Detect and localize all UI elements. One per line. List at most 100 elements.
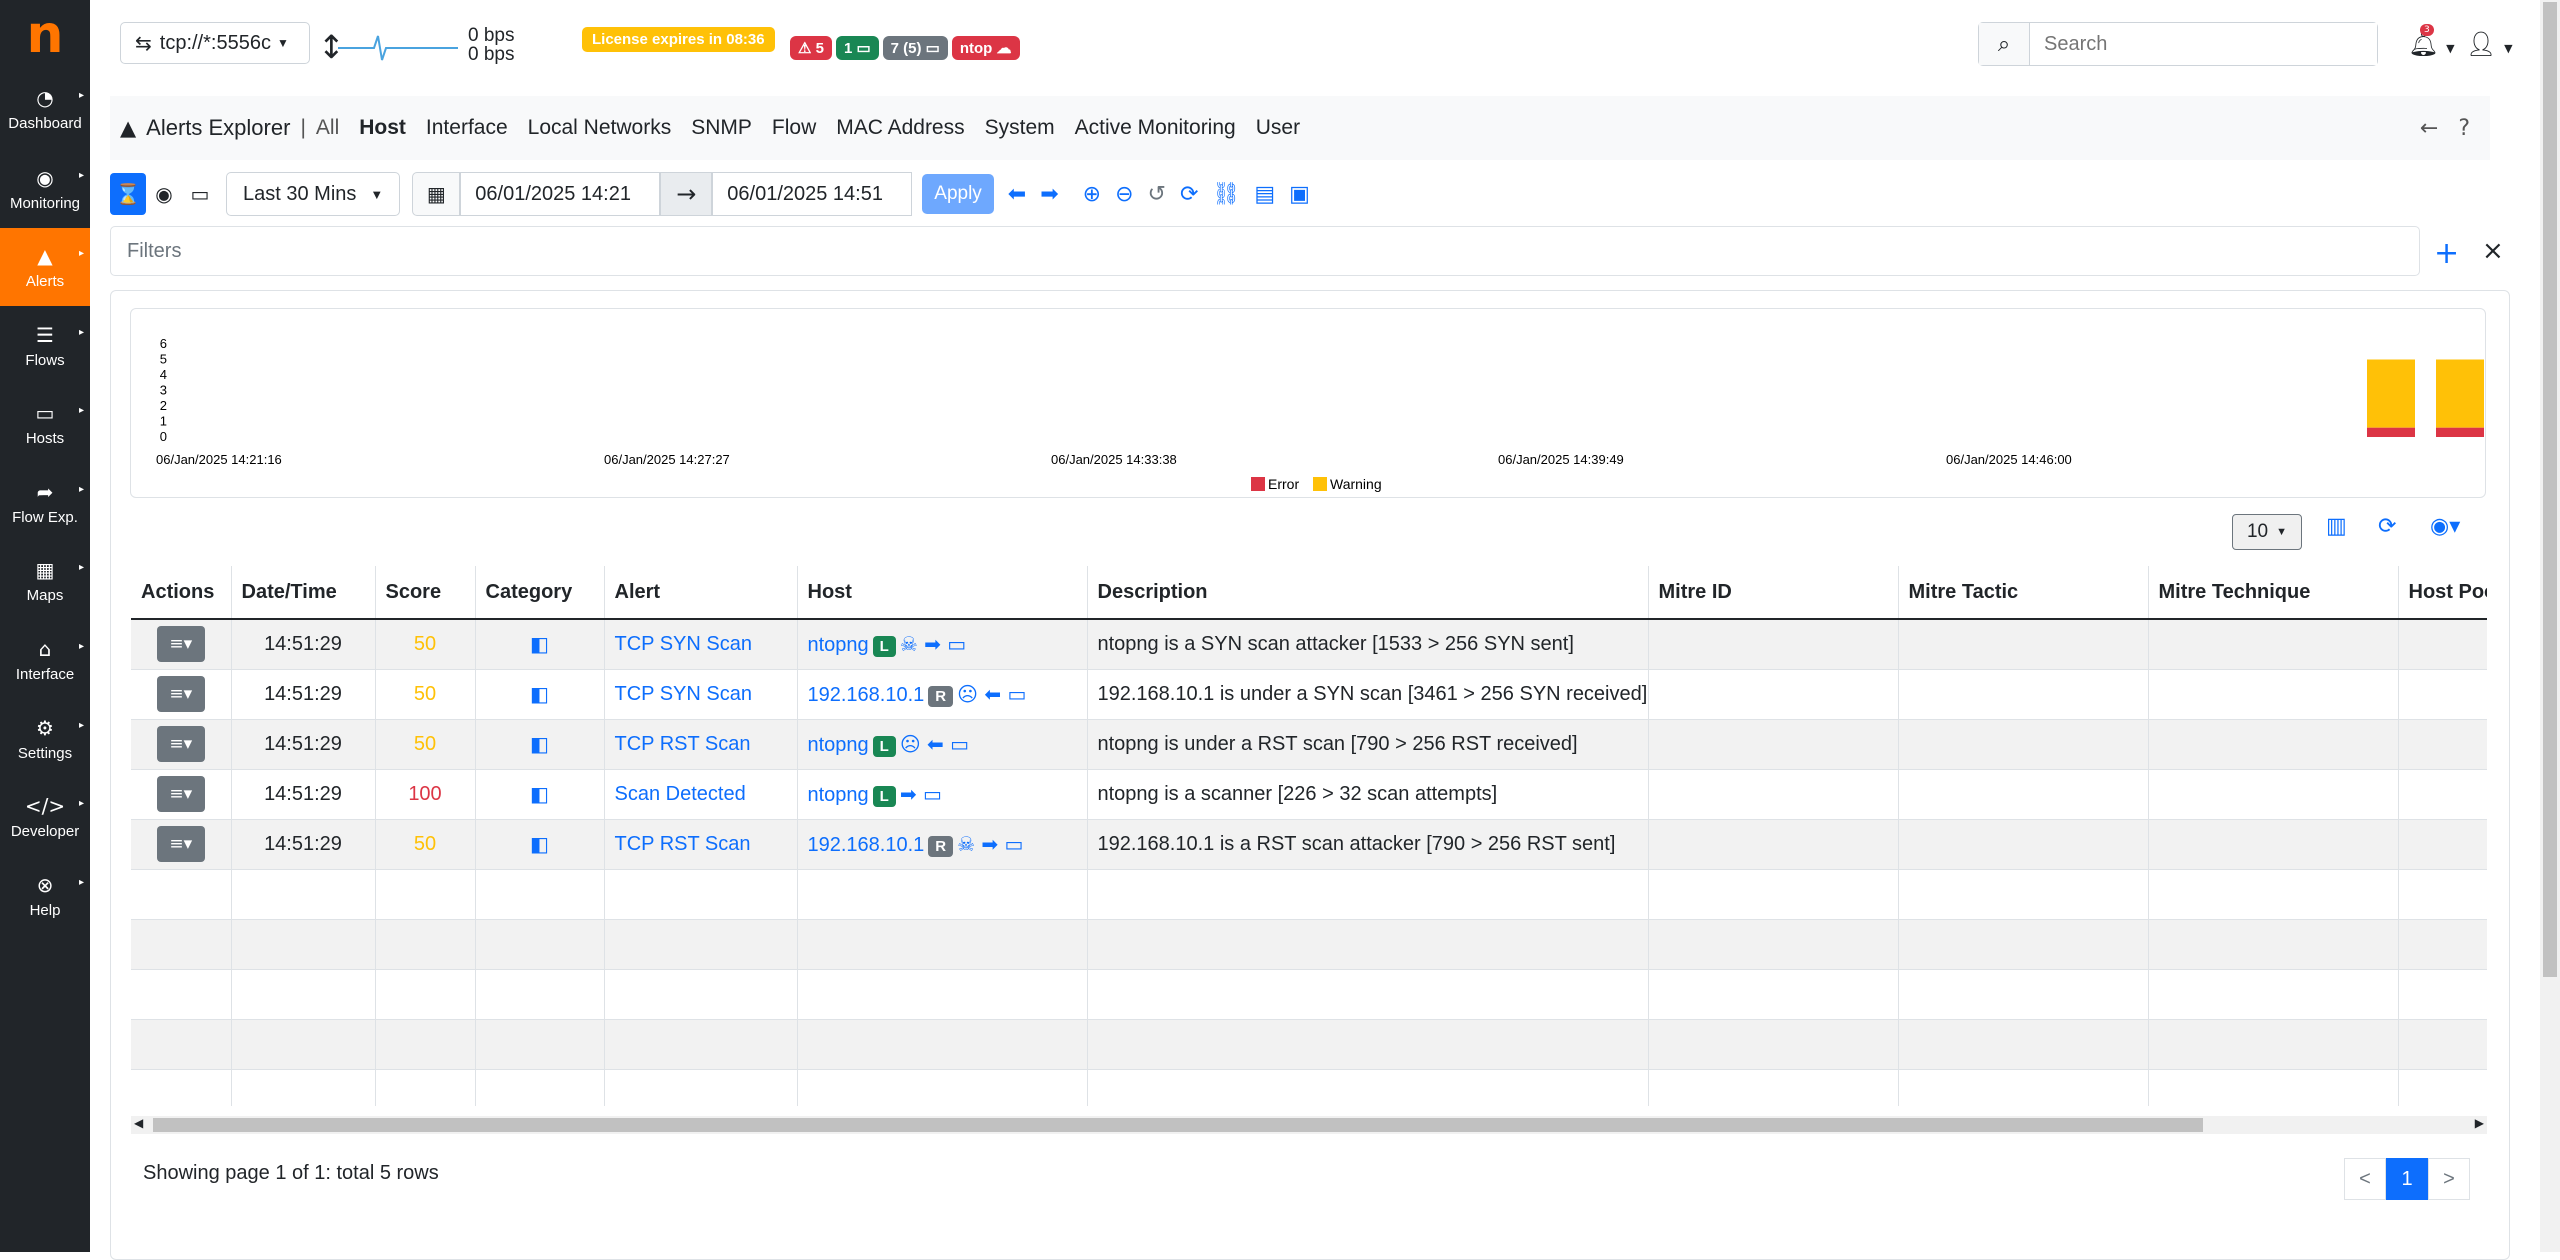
back-arrow-icon[interactable]: ← — [2420, 116, 2438, 141]
back-time-icon[interactable]: ⬅ — [1008, 182, 1026, 207]
eye-icon[interactable]: ◉ — [146, 173, 182, 215]
bar-warning[interactable] — [2367, 359, 2415, 428]
bar-error[interactable] — [2436, 427, 2484, 437]
column-header-category[interactable]: Category — [475, 566, 605, 620]
column-header-mitre-technique[interactable]: Mitre Technique — [2148, 566, 2399, 620]
sidebar-item-developer[interactable]: </> Developer ▸ — [0, 778, 90, 856]
apply-button[interactable]: Apply — [922, 174, 994, 214]
legend-label-error[interactable]: Error — [1268, 476, 1299, 492]
sidebar-item-settings[interactable]: ⚙ Settings ▸ — [0, 700, 90, 778]
report-icon[interactable]: ▤ — [1254, 182, 1275, 207]
zoom-out-icon[interactable]: ⊖ — [1115, 182, 1133, 207]
forward-time-icon[interactable]: ➡ — [1040, 182, 1058, 207]
tab-local-networks[interactable]: Local Networks — [528, 116, 672, 139]
column-header-date-time[interactable]: Date/Time — [231, 566, 376, 620]
vertical-scrollbar-thumb[interactable] — [2543, 2, 2557, 977]
date-to-input[interactable]: 06/01/2025 14:51 — [712, 172, 913, 216]
page-1-button[interactable]: 1 — [2386, 1158, 2428, 1200]
alert-name-link[interactable]: Scan Detected — [615, 783, 746, 805]
sidebar-item-dashboard[interactable]: ◔ Dashboard ▸ — [0, 70, 90, 148]
sidebar-item-interface[interactable]: ⌂ Interface ▸ — [0, 621, 90, 699]
column-header-score[interactable]: Score — [375, 566, 476, 620]
table-row[interactable]: ≡▾ 14:51:29 50 ◧ TCP RST Scan 192.168.10.1 R ☠ … — [131, 819, 2487, 870]
row-actions-button[interactable]: ≡▾ — [156, 676, 205, 712]
ntop-cloud-badge[interactable]: ntop ☁ — [951, 36, 1020, 60]
refresh-table-icon[interactable]: ⟳ — [2378, 514, 2396, 550]
tab-active-monitoring[interactable]: Active Monitoring — [1075, 116, 1236, 139]
network-category-icon[interactable]: ◧ — [530, 732, 549, 756]
host-link[interactable]: ntopng — [808, 734, 869, 756]
clear-filter-icon[interactable]: × — [2482, 236, 2504, 266]
sidebar-item-flows[interactable]: ☰ Flows ▸ — [0, 307, 90, 385]
link-icon[interactable]: ⛓ — [1212, 182, 1240, 207]
row-actions-button[interactable]: ≡▾ — [156, 726, 205, 762]
sidebar-item-maps[interactable]: ▦ Maps ▸ — [0, 542, 90, 620]
search-input[interactable] — [2030, 23, 2377, 65]
network-category-icon[interactable]: ◧ — [530, 682, 549, 706]
snapshot-icon[interactable]: ▣ — [1289, 182, 1310, 207]
next-page-button[interactable]: > — [2428, 1158, 2470, 1200]
sidebar-item-hosts[interactable]: ▭ Hosts ▸ — [0, 385, 90, 463]
interface-selector[interactable]: ⇆ tcp://*:5556c ▼ — [120, 22, 310, 64]
network-category-icon[interactable]: ◧ — [530, 632, 549, 656]
horizontal-scrollbar[interactable]: ◀ ▶ — [131, 1116, 2487, 1134]
alert-name-link[interactable]: TCP RST Scan — [615, 833, 751, 855]
refresh-icon[interactable]: ⟳ — [1180, 182, 1198, 207]
hourglass-icon[interactable]: ⌛ — [110, 173, 146, 215]
row-actions-button[interactable]: ≡▾ — [156, 826, 205, 862]
prev-page-button[interactable]: < — [2344, 1158, 2386, 1200]
host-link[interactable]: ntopng — [808, 634, 869, 656]
table-row[interactable] — [131, 919, 2487, 970]
help-icon[interactable]: ? — [2458, 116, 2470, 141]
row-actions-button[interactable]: ≡▾ — [156, 776, 205, 812]
tab-interface[interactable]: Interface — [426, 116, 508, 139]
column-header-host[interactable]: Host — [797, 566, 1088, 620]
column-header-mitre-tactic[interactable]: Mitre Tactic — [1898, 566, 2149, 620]
vertical-scrollbar[interactable] — [2540, 0, 2560, 1252]
table-row[interactable] — [131, 869, 2487, 920]
add-filter-icon[interactable]: + — [2434, 236, 2459, 271]
sidebar-item-monitoring[interactable]: ◉ Monitoring ▸ — [0, 150, 90, 228]
table-row[interactable] — [131, 969, 2487, 1020]
alert-name-link[interactable]: TCP SYN Scan — [615, 683, 752, 705]
tab-mac-address[interactable]: MAC Address — [836, 116, 964, 139]
table-row[interactable] — [131, 1019, 2487, 1070]
tab-host[interactable]: Host — [359, 116, 406, 139]
table-row[interactable]: ≡▾ 14:51:29 50 ◧ TCP SYN Scan ntopng L ☠ ➡ ▭ nto… — [131, 619, 2487, 670]
scroll-right-icon[interactable]: ▶ — [2475, 1116, 2484, 1130]
table-row[interactable] — [131, 1069, 2487, 1106]
local-hosts-badge[interactable]: 1 ▭ — [835, 36, 879, 60]
tab-system[interactable]: System — [985, 116, 1055, 139]
sidebar-item-alerts[interactable]: ▲ Alerts ▸ — [0, 228, 90, 306]
date-from-input[interactable]: 06/01/2025 14:21 — [460, 172, 661, 216]
inbox-icon[interactable]: ▭ — [182, 173, 218, 215]
column-header-mitre-id[interactable]: Mitre ID — [1648, 566, 1899, 620]
page-size-select[interactable]: 10 ▼ — [2232, 514, 2302, 550]
visibility-menu-icon[interactable]: ◉▾ — [2430, 514, 2460, 550]
tab-snmp[interactable]: SNMP — [691, 116, 752, 139]
filters-input[interactable]: Filters — [110, 226, 2420, 276]
table-row[interactable]: ≡▾ 14:51:29 50 ◧ TCP RST Scan ntopng L ☹ ⬅ ▭ nto… — [131, 719, 2487, 770]
row-actions-button[interactable]: ≡▾ — [156, 626, 205, 663]
host-link[interactable]: 192.168.10.1 — [808, 834, 925, 856]
calendar-icon[interactable]: ▦ — [412, 172, 461, 216]
column-header-description[interactable]: Description — [1087, 566, 1649, 620]
host-link[interactable]: ntopng — [808, 784, 869, 806]
table-row[interactable]: ≡▾ 14:51:29 100 ◧ Scan Detected ntopng L ➡ ▭ nto… — [131, 769, 2487, 820]
alert-name-link[interactable]: TCP SYN Scan — [615, 633, 752, 655]
column-header-alert[interactable]: Alert — [604, 566, 798, 620]
user-menu-button[interactable]: 👤︎ ▼ — [2466, 30, 2513, 58]
bar-warning[interactable] — [2436, 359, 2484, 428]
legend-label-warning[interactable]: Warning — [1330, 476, 1382, 492]
column-header-actions[interactable]: Actions — [131, 566, 232, 620]
scroll-left-icon[interactable]: ◀ — [134, 1116, 143, 1130]
ntopng-logo[interactable]: n — [0, 0, 90, 70]
scrollbar-thumb[interactable] — [153, 1118, 2203, 1132]
zoom-in-icon[interactable]: ⊕ — [1083, 182, 1101, 207]
bar-error[interactable] — [2367, 427, 2415, 437]
time-range-select[interactable]: Last 30 Mins ▼ — [226, 172, 401, 216]
column-header-host-poo[interactable]: Host Poo — [2398, 566, 2487, 620]
tab-all[interactable]: All — [316, 116, 339, 140]
host-link[interactable]: 192.168.10.1 — [808, 684, 925, 706]
alert-name-link[interactable]: TCP RST Scan — [615, 733, 751, 755]
